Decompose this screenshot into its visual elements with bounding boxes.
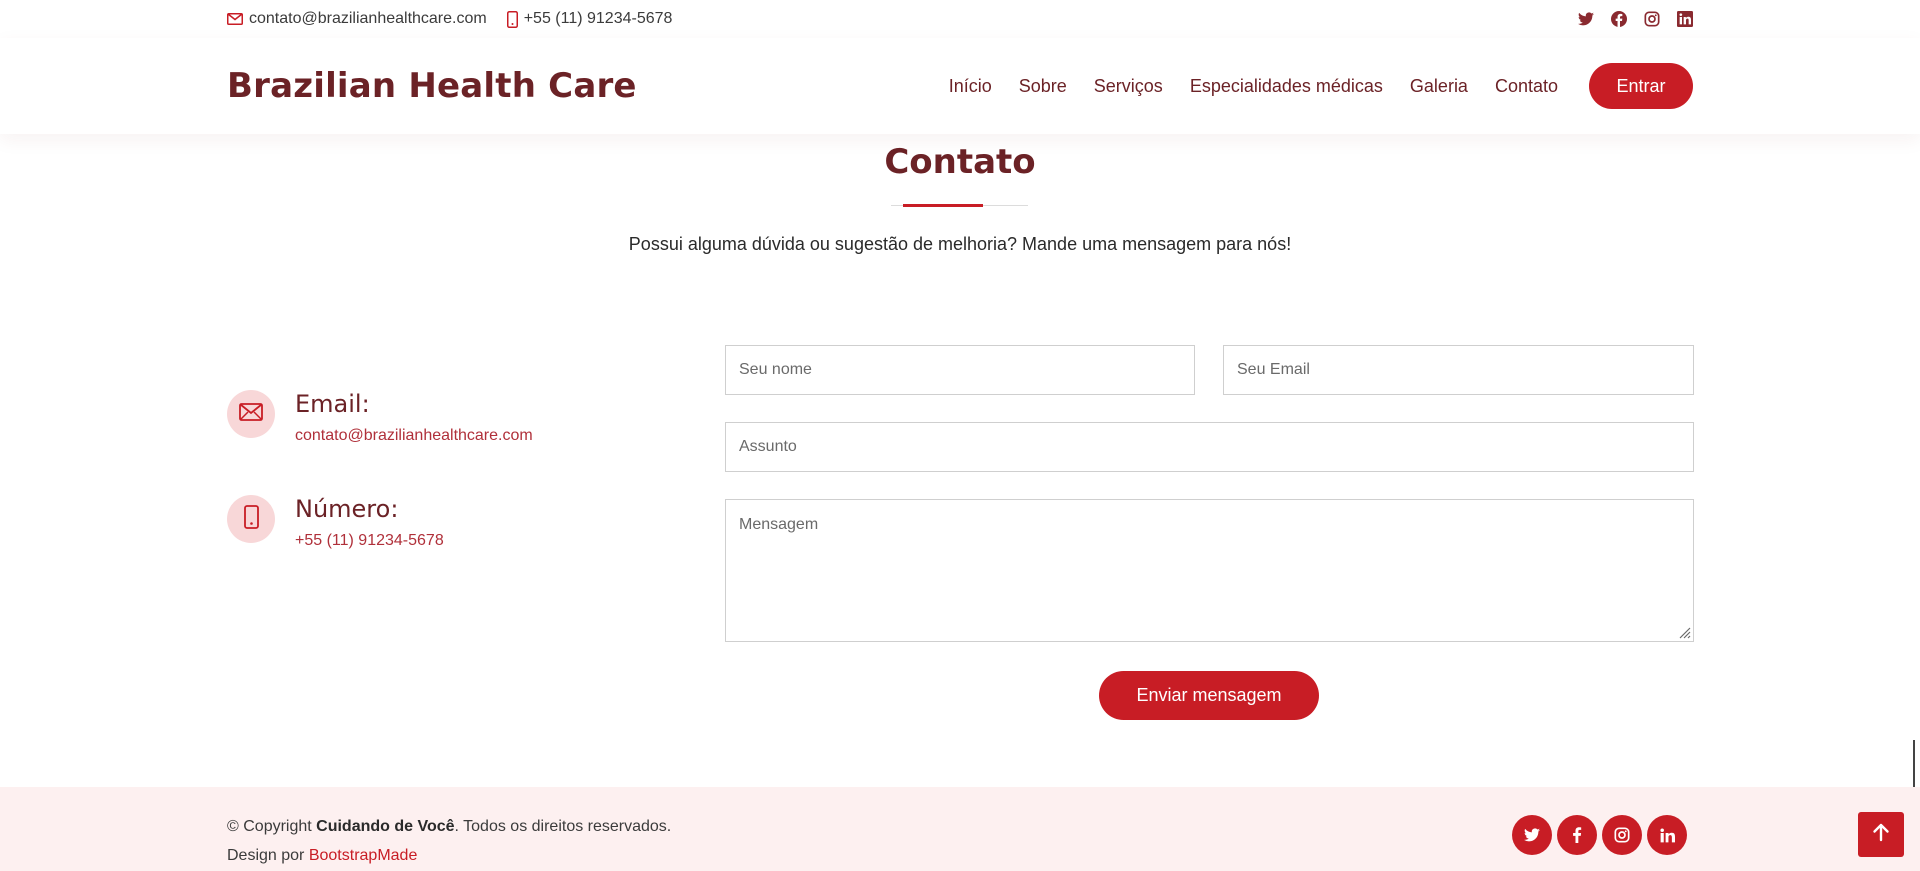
linkedin-icon[interactable] — [1677, 11, 1693, 27]
envelope-icon — [227, 13, 243, 25]
nav-item-inicio[interactable]: Início — [949, 76, 992, 97]
instagram-icon[interactable] — [1644, 11, 1660, 27]
nav-item-especialidades[interactable]: Especialidades médicas — [1190, 76, 1383, 97]
login-button[interactable]: Entrar — [1589, 63, 1693, 109]
envelope-icon — [239, 402, 263, 426]
facebook-icon[interactable] — [1611, 11, 1627, 27]
info-phone: Número: +55 (11) 91234-5678 — [227, 495, 444, 550]
twitter-icon[interactable] — [1578, 11, 1594, 27]
email-icon-circle — [227, 390, 275, 438]
nav-item-contato[interactable]: Contato — [1495, 76, 1558, 97]
topbar: contato@brazilianhealthcare.com +55 (11)… — [0, 0, 1920, 38]
site-footer: © Copyright Cuidando de Você. Todos os d… — [0, 787, 1920, 871]
credits-prefix: Design por — [227, 847, 309, 864]
main-nav: Início Sobre Serviços Especialidades méd… — [949, 63, 1693, 109]
section-description: Possui alguma dúvida ou sugestão de melh… — [628, 234, 1292, 254]
copyright-prefix: © Copyright — [227, 818, 317, 835]
footer-credits: Design por BootstrapMade — [227, 847, 417, 865]
info-email: Email: contato@brazilianhealthcare.com — [227, 390, 533, 445]
footer-copyright: © Copyright Cuidando de Você. Todos os d… — [227, 818, 671, 836]
instagram-icon[interactable] — [1602, 815, 1642, 855]
phone-label: Número: — [295, 495, 399, 523]
copyright-brand: Cuidando de Você — [316, 818, 455, 835]
twitter-icon[interactable] — [1512, 815, 1552, 855]
title-divider-accent — [903, 204, 983, 207]
linkedin-icon[interactable] — [1647, 815, 1687, 855]
email-value[interactable]: contato@brazilianhealthcare.com — [295, 427, 533, 445]
site-header: Brazilian Health Care Início Sobre Servi… — [0, 38, 1920, 134]
phone-icon — [506, 10, 518, 28]
topbar-contact: contato@brazilianhealthcare.com +55 (11)… — [227, 10, 672, 28]
name-input[interactable]: Seu nome — [725, 345, 1195, 395]
message-textarea[interactable]: Mensagem — [725, 499, 1694, 642]
message-placeholder: Mensagem — [739, 516, 819, 533]
send-message-button[interactable]: Enviar mensagem — [1099, 671, 1319, 720]
resize-grip-icon[interactable] — [1677, 625, 1691, 639]
topbar-email[interactable]: contato@brazilianhealthcare.com — [249, 10, 487, 28]
back-to-top-button[interactable] — [1858, 812, 1904, 857]
topbar-phone[interactable]: +55 (11) 91234-5678 — [524, 10, 673, 28]
phone-value[interactable]: +55 (11) 91234-5678 — [295, 532, 444, 550]
site-logo[interactable]: Brazilian Health Care — [227, 66, 637, 106]
facebook-icon[interactable] — [1557, 815, 1597, 855]
section-title: Contato — [884, 142, 1036, 182]
phone-icon-circle — [227, 495, 275, 543]
nav-item-galeria[interactable]: Galeria — [1410, 76, 1468, 97]
topbar-social — [1578, 11, 1693, 27]
nav-item-servicos[interactable]: Serviços — [1094, 76, 1163, 97]
email-input[interactable]: Seu Email — [1223, 345, 1694, 395]
email-label: Email: — [295, 390, 370, 418]
copyright-suffix: . Todos os direitos reservados. — [454, 818, 672, 835]
arrow-up-icon — [1872, 822, 1890, 847]
nav-item-sobre[interactable]: Sobre — [1019, 76, 1067, 97]
subject-input[interactable]: Assunto — [725, 422, 1694, 472]
bootstrapmade-link[interactable]: BootstrapMade — [309, 847, 418, 864]
phone-icon — [243, 504, 259, 534]
footer-social — [1512, 815, 1687, 855]
